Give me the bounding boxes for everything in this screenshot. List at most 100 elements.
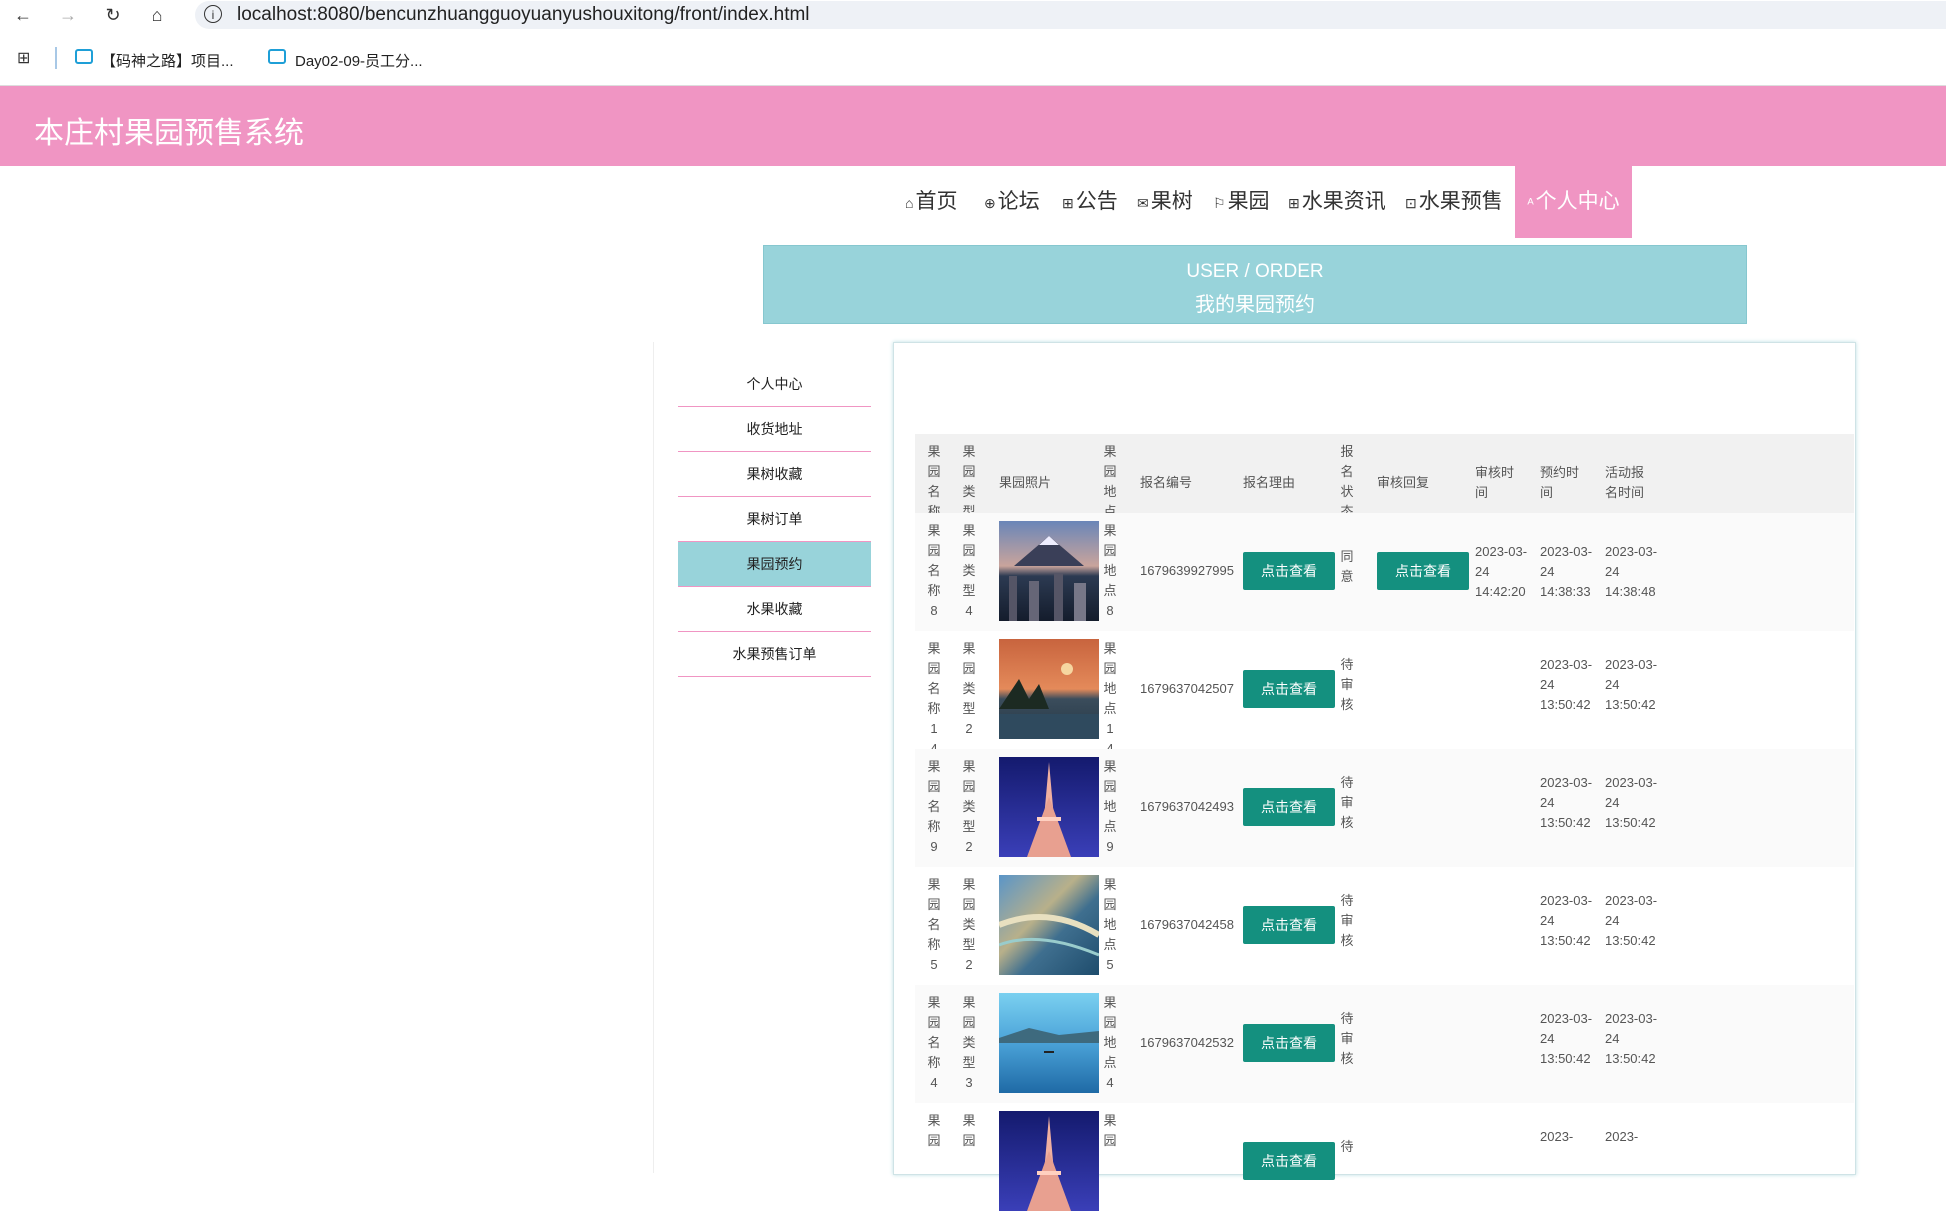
header-reserve-time: 预约时间 [1540,465,1580,500]
view-reason-button[interactable]: 点击查看 [1243,1142,1335,1180]
nav-forum[interactable]: ⊕论坛 [984,166,1040,238]
row-number: 1679637042532 [1140,1035,1234,1050]
forward-icon[interactable]: → [55,2,81,28]
row-orchard-type: 果园 [962,1113,976,1148]
bookmark-item[interactable]: Day02-09-员工分... [295,50,423,71]
back-icon[interactable]: ← [10,2,36,28]
header-activity-time: 活动报名时间 [1605,465,1645,500]
header-location: 果园地点 [1103,444,1117,519]
row-activity-time: 2023- [1605,1129,1639,1144]
row-orchard-type: 果园类型3 [962,995,976,1090]
user-icon: ᴬ [1527,195,1534,211]
row-status: 待审核 [1340,657,1354,712]
grid-icon: ⊞ [1288,195,1300,211]
row-status: 待 [1340,1139,1354,1154]
view-reply-button[interactable]: 点击查看 [1377,552,1469,590]
view-reason-button[interactable]: 点击查看 [1243,906,1335,944]
apps-grid-icon[interactable]: ⊞ [17,50,35,68]
nav-fruit-news[interactable]: ⊞水果资讯 [1288,166,1386,238]
row-orchard-name: 果园 [927,1113,941,1148]
row-reserve-time: 2023-03-24 13:50:42 [1540,1011,1593,1066]
view-reason-button[interactable]: 点击查看 [1243,788,1335,826]
view-reason-button[interactable]: 点击查看 [1243,1024,1335,1062]
bilibili-icon [75,49,93,64]
row-activity-time: 2023-03-24 14:38:48 [1605,544,1658,599]
row-number: 1679639927995 [1140,563,1234,578]
nav-notice[interactable]: ⊞公告 [1062,166,1118,238]
row-reserve-time: 2023- [1540,1129,1574,1144]
view-reason-button[interactable]: 点击查看 [1243,670,1335,708]
row-reserve-time: 2023-03-24 14:38:33 [1540,544,1593,599]
orchard-photo [999,639,1099,739]
calendar-icon: ⊡ [1405,195,1417,211]
nav-label: 水果资讯 [1301,190,1386,213]
row-orchard-name: 果园名称5 [927,877,941,972]
mail-icon: ✉ [1137,195,1149,211]
bilibili-icon [268,49,286,64]
row-status: 同意 [1340,549,1354,584]
table-row: 果园 果园 果园 点击查看待 2023- 2023- [915,1103,1854,1221]
bookmarks-bar: ⊞ 【码神之路】项目... Day02-09-员工分... [0,30,1946,86]
row-reserve-time: 2023-03-24 13:50:42 [1540,775,1593,830]
row-number: 1679637042493 [1140,799,1234,814]
header-reply: 审核回复 [1377,475,1430,490]
header-reason: 报名理由 [1243,475,1296,490]
row-reserve-time: 2023-03-24 13:50:42 [1540,657,1593,712]
site-info-icon[interactable]: i [204,5,222,23]
row-orchard-type: 果园类型2 [962,877,976,972]
table-row: 果园名称14 果园类型2 果园地点14 1679637042507 点击查看待审核 202… [915,631,1854,756]
row-orchard-name: 果园名称4 [927,995,941,1090]
gift-icon: ⊞ [1062,195,1074,211]
orchard-photo [997,875,1101,975]
sidebar-item-user-center[interactable]: 个人中心 [678,362,871,407]
orchard-photo [999,521,1099,621]
bookmarks-divider [55,47,57,69]
nav-label: 公告 [1075,190,1118,213]
sidebar-item-presale-orders[interactable]: 水果预售订单 [678,632,871,677]
bookmark-item[interactable]: 【码神之路】项目... [101,50,234,71]
row-orchard-type: 果园类型2 [962,759,976,854]
header-status: 报名状态 [1340,444,1354,519]
nav-fruit-tree[interactable]: ✉果树 [1137,166,1193,238]
row-orchard-location: 果园 [1103,1113,1117,1148]
header-review-time: 审核时间 [1475,465,1515,500]
nav-label: 果园 [1227,190,1270,213]
app-title: 本庄村果园预售系统 [34,117,304,150]
row-orchard-type: 果园类型4 [962,523,976,618]
nav-fruit-presale[interactable]: ⊡水果预售 [1405,166,1503,238]
row-orchard-location: 果园地点4 [1103,995,1117,1090]
nav-user-center[interactable]: ᴬ个人中心 [1515,166,1632,238]
header-photo: 果园照片 [999,475,1052,490]
row-number: 1679637042458 [1140,917,1234,932]
nav-label: 首页 [915,190,958,213]
row-status: 待审核 [1340,1011,1354,1066]
sidebar: 个人中心 收货地址 果树收藏 果树订单 果园预约 水果收藏 水果预售订单 [653,342,894,1173]
sidebar-item-orchard-reservation[interactable]: 果园预约 [678,542,871,587]
view-reason-button[interactable]: 点击查看 [1243,552,1335,590]
banner-subtitle: USER / ORDER [1186,261,1324,282]
home-icon: ⌂ [905,195,914,211]
nav-label: 个人中心 [1535,190,1620,213]
nav-label: 水果预售 [1418,190,1503,213]
home-icon[interactable]: ⌂ [144,2,170,28]
row-orchard-location: 果园地点5 [1103,877,1117,972]
browser-address-bar: ← → ↻ ⌂ i localhost:8080/bencunzhuangguo… [0,0,1946,30]
table-row: 果园名称5 果园类型2 果园地点5 1679637042458 点击查看 待审核 2023-… [915,867,1854,985]
orchard-photo [999,757,1099,857]
orchard-photo [999,993,1099,1093]
sidebar-item-tree-orders[interactable]: 果树订单 [678,497,871,542]
reload-icon[interactable]: ↻ [100,2,126,28]
sidebar-item-tree-favorites[interactable]: 果树收藏 [678,452,871,497]
sidebar-item-fruit-favorites[interactable]: 水果收藏 [678,587,871,632]
url-text[interactable]: localhost:8080/bencunzhuangguoyuanyushou… [237,4,810,26]
row-orchard-location: 果园地点9 [1103,759,1117,854]
row-orchard-type: 果园类型2 [962,641,976,736]
reservation-table-panel: 果园名称 果园类型 果园照片 果园地点 报名编号 报名理由 报名状态 审核回复 … [893,342,1856,1211]
nav-orchard[interactable]: ⚐果园 [1213,166,1270,238]
table-row: 果园名称8 果园类型4 果园地点8 1679639927995 点击查看 同意 点击查看 20… [915,513,1854,631]
nav-home[interactable]: ⌂首页 [905,166,957,238]
table-row: 果园名称4 果园类型3 果园地点4 1679637042532 点击查看 待审核 2023-… [915,985,1854,1103]
row-orchard-location: 果园地点8 [1103,523,1117,618]
sidebar-item-address[interactable]: 收货地址 [678,407,871,452]
row-activity-time: 2023-03-24 13:50:42 [1605,893,1658,948]
